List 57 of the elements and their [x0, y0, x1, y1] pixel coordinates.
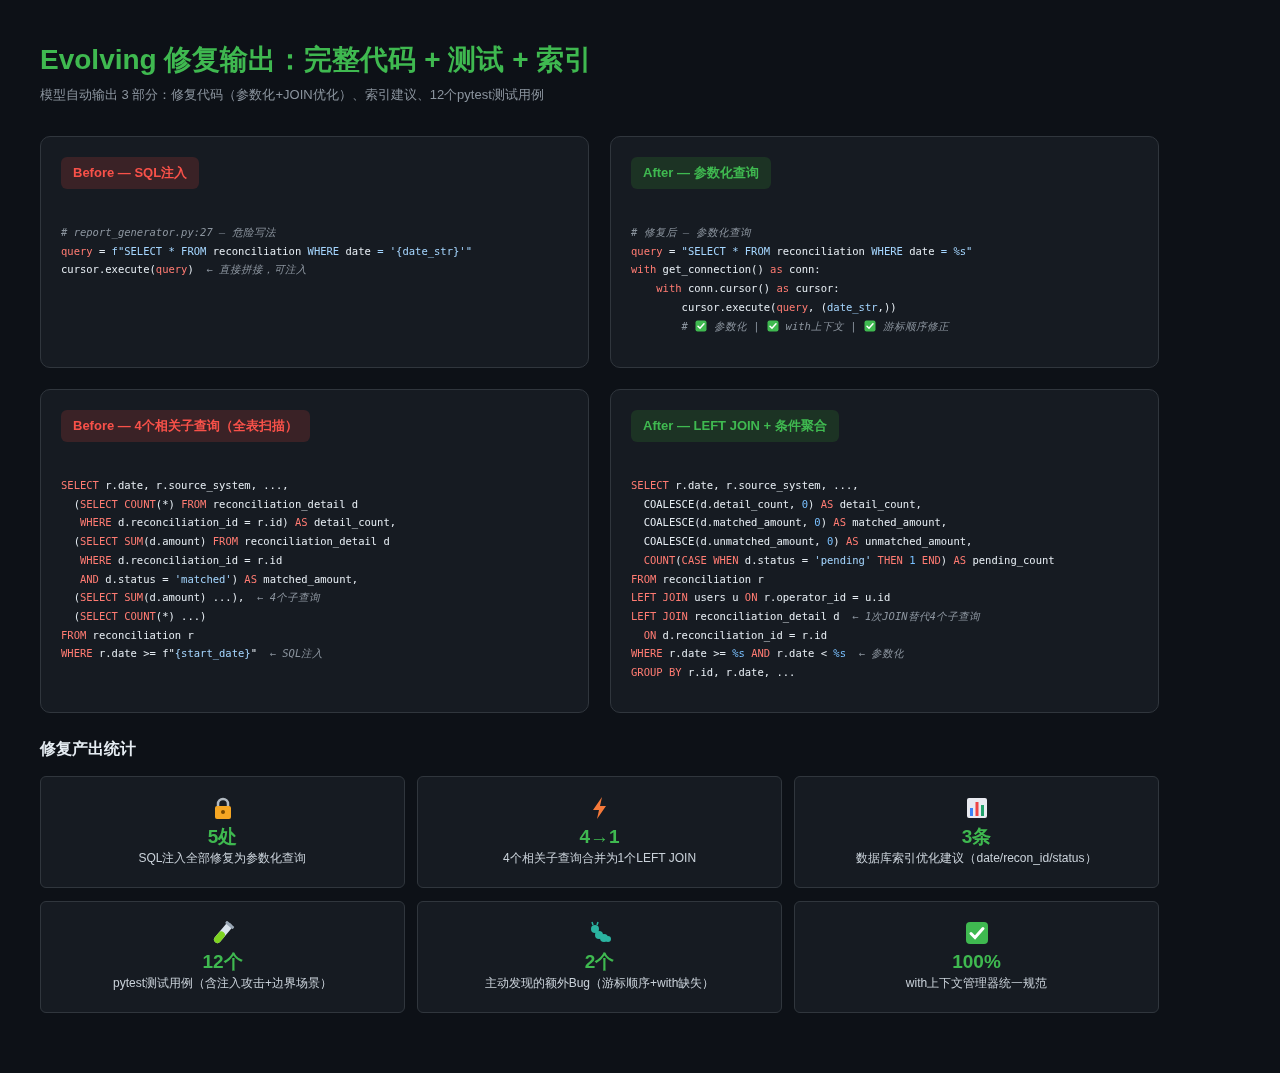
code-line: with conn.cursor() as cursor:	[655, 281, 840, 297]
stat-value: 5处	[207, 826, 238, 848]
code-line: FROM reconciliation r	[631, 571, 764, 587]
code-line: WHERE r.date >= f"{start_date}" ← SQL注入	[61, 646, 324, 662]
page-subtitle: 模型自动输出 3 部分：修复代码（参数化+JOIN优化）、索引建议、12个pytest测试用例	[40, 86, 545, 104]
code-comment: 参数化 |	[713, 318, 760, 335]
card-badge: After — 参数化查询	[631, 157, 771, 189]
code-line: # report_generator.py:27 — 危险写法	[61, 225, 276, 241]
code-comment: 游标顺序修正	[882, 318, 949, 334]
code-line: COUNT(CASE WHEN d.status = 'pending' THEN 1 END) AS pending_count	[642, 552, 1055, 569]
code-line: COALESCE(d.detail_count, 0) AS detail_count,	[642, 496, 922, 513]
code-line: (SELECT SUM(d.amount) FROM reconciliation_detail d	[72, 534, 390, 550]
code-comment: with上下文 |	[785, 318, 857, 335]
checkbox-icon	[694, 319, 707, 332]
code-line: ON d.reconciliation_id = r.id	[642, 627, 827, 644]
card-badge: After — LEFT JOIN + 条件聚合	[631, 410, 839, 442]
code-line: GROUP BY r.id, r.date, ...	[631, 665, 796, 681]
code-line: cursor.execute(query, (date_str,))	[680, 299, 897, 316]
code-line: LEFT JOIN users u ON r.operator_id = u.id	[631, 590, 891, 606]
stat-caption: pytest测试用例（含注入攻击+边界场景）	[113, 975, 332, 992]
stat-caption: SQL注入全部修复为参数化查询	[138, 850, 307, 867]
code-line: SELECT r.date, r.source_system, ...,	[631, 478, 859, 494]
checkbox-icon	[766, 319, 779, 332]
stat-value: 4→1	[579, 826, 620, 848]
stat-caption: with上下文管理器统一规范	[905, 975, 1048, 992]
card-badge: Before — SQL注入	[61, 157, 200, 189]
checkbox-icon	[863, 319, 876, 332]
code-line: SELECT r.date, r.source_system, ...,	[61, 478, 289, 494]
code-comment: #	[680, 318, 688, 334]
code-line: with get_connection() as conn:	[631, 262, 821, 278]
stat-value: 3条	[961, 826, 992, 848]
card-badge: Before — 4个相关子查询（全表扫描）	[61, 410, 310, 442]
code-line: WHERE r.date >= %s AND r.date < %s ← 参数化	[631, 646, 905, 662]
code-line: COALESCE(d.unmatched_amount, 0) AS unmatched_amount,	[642, 534, 973, 550]
code-line: cursor.execute(query) ← 直接拼接，可注入	[61, 262, 308, 278]
stat-caption: 数据库索引优化建议（date/recon_id/status）	[856, 850, 1097, 867]
stat-caption: 主动发现的额外Bug（游标顺序+with缺失）	[484, 975, 715, 992]
code-line: AND d.status = 'matched') AS matched_amount,	[78, 571, 359, 588]
code-line: (SELECT SUM(d.amount) ...), ← 4个子查询	[72, 590, 320, 606]
stat-value: 12个	[202, 951, 243, 973]
code-line: FROM reconciliation r	[61, 627, 194, 643]
code-line: COALESCE(d.matched_amount, 0) AS matched_amount,	[642, 515, 948, 531]
code-line: WHERE d.reconciliation_id = r.id	[78, 552, 283, 569]
code-line: # 修复后 — 参数化查询	[631, 225, 751, 240]
stat-value: 100%	[952, 951, 1001, 973]
code-line: (SELECT COUNT(*) FROM reconciliation_detail d	[72, 496, 359, 513]
checkbox-icon	[964, 921, 989, 945]
stat-value: 2个	[584, 951, 615, 973]
bar-chart-icon	[964, 796, 989, 820]
stat-caption: 4个相关子查询合并为1个LEFT JOIN	[502, 850, 697, 867]
code-line: (SELECT COUNT(*) ...)	[72, 608, 207, 624]
code-line: query = "SELECT * FROM reconciliation WHERE date = %s"	[631, 243, 973, 259]
section-heading: 修复产出统计	[40, 739, 137, 759]
code-line: LEFT JOIN reconciliation_detail d ← 1次JOIN替代4个子查询	[631, 608, 980, 625]
code-line: WHERE d.reconciliation_id = r.id) AS detail_count,	[78, 515, 397, 531]
page-title: Evolving 修复输出：完整代码 + 测试 + 索引	[40, 43, 594, 77]
code-line: query = f"SELECT * FROM reconciliation WHERE date = '{date_str}'"	[61, 243, 472, 260]
